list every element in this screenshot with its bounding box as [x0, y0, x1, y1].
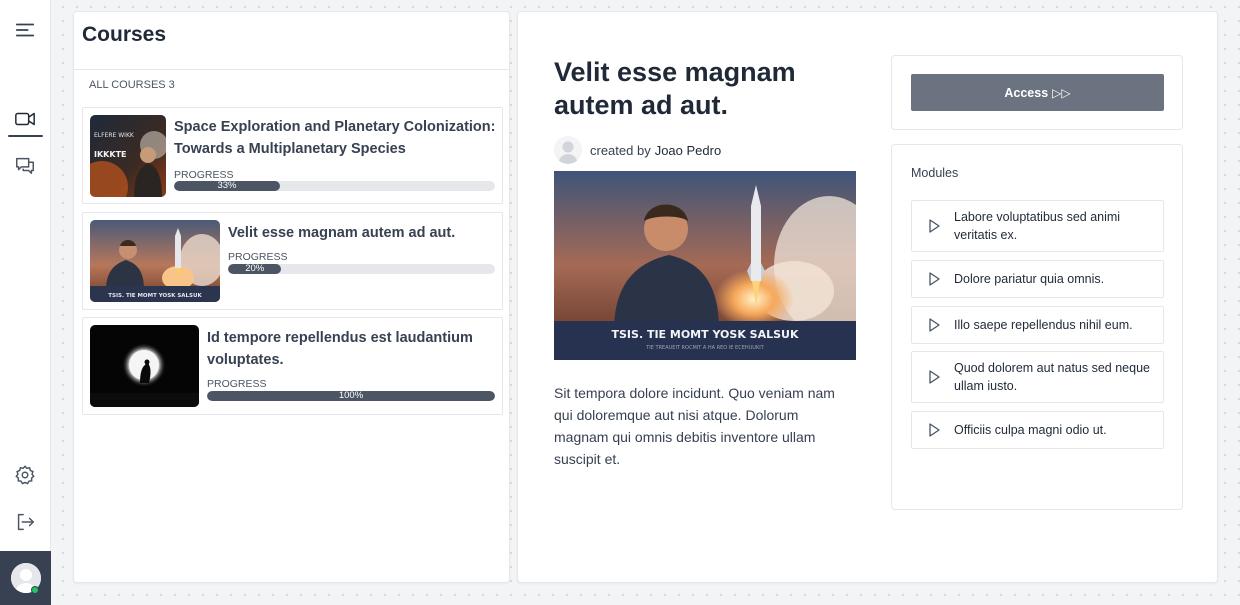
module-title: Quod dolorem aut natus sed neque ullam i… [954, 361, 1150, 393]
module-title: Dolore pariatur quia omnis. [954, 272, 1105, 286]
online-status-dot [31, 586, 39, 594]
access-button[interactable]: Access ▷▷ [911, 74, 1164, 111]
hero-caption: TSIS. TIE MOMT YOSK SALSUK [612, 328, 799, 341]
progress-fill: 20% [228, 264, 282, 274]
play-icon [929, 272, 940, 286]
module-title: Labore voluptatibus sed animi veritatis … [954, 210, 1121, 242]
course-thumbnail: TSIS. TIE MOMT YOSK SALSUK [90, 220, 220, 302]
course-detail-title: Velit esse magnam autem ad aut. [554, 57, 796, 120]
progress-label: PROGRESS [228, 251, 288, 263]
fast-forward-icon: ▷▷ [1052, 85, 1071, 100]
course-detail-panel: Velit esse magnam autem ad aut. created … [517, 11, 1218, 583]
hero-subcaption: TIE TREAUEIT ROCMIT A HA REO IE ECEHUUKI… [645, 345, 764, 351]
modules-heading: Modules [911, 166, 959, 180]
page-title: Courses [82, 23, 167, 46]
gear-icon[interactable] [13, 463, 37, 487]
progress-label: PROGRESS [174, 169, 234, 181]
divider [74, 69, 509, 70]
user-profile[interactable] [0, 551, 51, 605]
module-title: Illo saepe repellendus nihil eum. [954, 318, 1133, 332]
play-icon [929, 370, 940, 384]
play-icon [929, 318, 940, 332]
progress-fill: 100% [207, 391, 495, 401]
course-card-space-exploration[interactable]: ELFERE WIKK IKKKTE Space Exploration and… [82, 107, 503, 204]
course-card-velit-esse[interactable]: TSIS. TIE MOMT YOSK SALSUK Velit esse ma… [82, 212, 503, 310]
progress-bar: 100% [207, 391, 495, 401]
all-courses-count: ALL COURSES 3 [89, 79, 175, 91]
author-row: created by Joao Pedro [554, 135, 721, 165]
active-nav-indicator [8, 135, 43, 137]
module-item[interactable]: Illo saepe repellendus nihil eum. [911, 306, 1164, 344]
chat-icon[interactable] [13, 153, 37, 177]
play-icon [929, 219, 940, 233]
modules-box: Modules Labore voluptatibus sed animi ve… [891, 144, 1183, 510]
module-item[interactable]: Dolore pariatur quia omnis. [911, 260, 1164, 298]
course-description: Sit tempora dolore incidunt. Quo veniam … [554, 385, 835, 467]
module-title: Officiis culpa magni odio ut. [954, 423, 1107, 437]
course-thumbnail [90, 325, 199, 407]
svg-text:TSIS. TIE MOMT YOSK SALSUK: TSIS. TIE MOMT YOSK SALSUK [108, 293, 202, 299]
courses-panel: Courses ALL COURSES 3 ELFERE WIKK IKKKTE… [73, 11, 510, 583]
progress-label: PROGRESS [207, 378, 267, 390]
progress-bar: 20% [228, 264, 495, 274]
course-card-id-tempore[interactable]: Id tempore repellendus est laudantium vo… [82, 317, 503, 415]
course-title: Id tempore repellendus est laudantium vo… [207, 330, 473, 368]
course-title: Space Exploration and Planetary Coloniza… [174, 119, 496, 157]
module-item[interactable]: Quod dolorem aut natus sed neque ullam i… [911, 351, 1164, 403]
progress-fill: 33% [174, 181, 280, 191]
logout-icon[interactable] [13, 510, 37, 534]
course-title: Velit esse magnam autem ad aut. [228, 225, 456, 241]
module-item[interactable]: Labore voluptatibus sed animi veritatis … [911, 200, 1164, 252]
access-button-label: Access [1004, 85, 1049, 100]
side-nav [0, 0, 51, 605]
progress-bar: 33% [174, 181, 495, 191]
author-name[interactable]: Joao Pedro [655, 143, 722, 158]
course-hero-image: TSIS. TIE MOMT YOSK SALSUK TIE TREAUEIT … [554, 171, 856, 360]
module-item[interactable]: Officiis culpa magni odio ut. [911, 411, 1164, 449]
svg-text:IKKKTE: IKKKTE [94, 150, 127, 159]
video-icon[interactable] [13, 107, 37, 131]
menu-icon[interactable] [13, 18, 37, 42]
author-avatar [554, 136, 582, 164]
play-icon [929, 423, 940, 437]
course-thumbnail: ELFERE WIKK IKKKTE [90, 115, 166, 197]
svg-text:ELFERE WIKK: ELFERE WIKK [94, 132, 135, 139]
access-box: Access ▷▷ [891, 55, 1183, 130]
created-by-label: created by [590, 142, 651, 158]
